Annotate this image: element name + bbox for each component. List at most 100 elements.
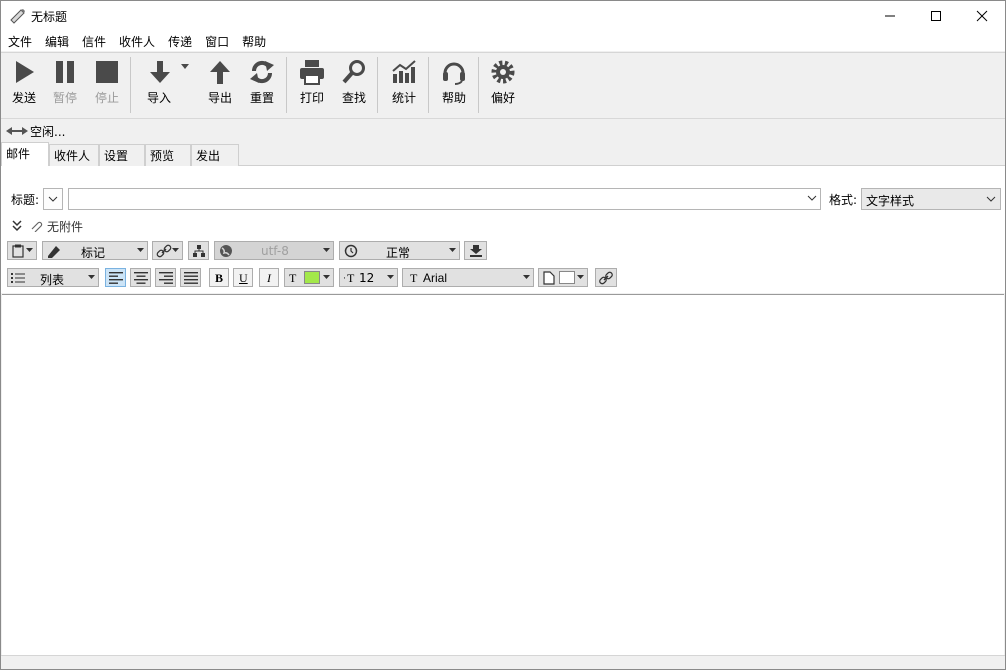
paperclip-icon [31, 221, 43, 232]
subject-input[interactable] [68, 188, 821, 210]
align-center-button[interactable] [130, 268, 151, 287]
align-justify-icon [184, 271, 198, 284]
menu-delivery[interactable]: 传递 [168, 31, 192, 51]
underline-button[interactable]: U [233, 268, 253, 287]
font-size-value: 12 [359, 271, 375, 285]
import-label: 导入 [146, 91, 171, 105]
attachments-row[interactable]: 无附件 [11, 217, 83, 235]
list-label: 列表 [40, 273, 65, 287]
mark-dropdown[interactable]: 标记 [42, 241, 148, 260]
align-right-icon [159, 271, 173, 284]
text-color-dropdown[interactable]: T [284, 268, 334, 287]
chevron-down-icon [986, 196, 996, 202]
preferences-button[interactable]: 偏好 [488, 59, 518, 113]
align-right-button[interactable] [155, 268, 176, 287]
link-icon [156, 244, 172, 257]
dropdown-arrow-icon [577, 275, 584, 279]
font-size-glyph: T [347, 271, 355, 285]
app-window: 无标题 文件 编辑 信件 收件人 传递 窗口 帮助 发送 暂停 停止 导入 导出… [0, 0, 1006, 670]
gear-icon [491, 60, 515, 84]
menu-letter[interactable]: 信件 [82, 31, 106, 51]
tab-preview[interactable]: 预览 [145, 144, 191, 166]
italic-label: I [267, 271, 271, 285]
printer-icon [300, 60, 324, 85]
stop-label: 停止 [94, 91, 119, 105]
priority-value: 正常 [386, 246, 411, 260]
toolbar-separator [377, 57, 378, 113]
find-button[interactable]: 查找 [339, 59, 369, 113]
status-line: 空闲... [1, 118, 1005, 142]
background-color-dropdown[interactable] [538, 268, 588, 287]
pause-label: 暂停 [52, 91, 77, 105]
font-name-value: Arial [423, 271, 448, 285]
pause-icon [56, 61, 74, 83]
dropdown-arrow-icon [137, 248, 144, 252]
font-size-dropdown[interactable]: · T 12 [339, 268, 398, 287]
link-icon [599, 271, 613, 284]
attachments-text: 无附件 [47, 219, 84, 234]
dropdown-arrow-icon [387, 275, 394, 279]
list-dropdown[interactable]: 列表 [7, 268, 99, 287]
tab-settings[interactable]: 设置 [99, 144, 145, 166]
menu-help[interactable]: 帮助 [242, 31, 266, 51]
menu-bar: 文件 编辑 信件 收件人 传递 窗口 帮助 [1, 31, 1005, 51]
menu-window[interactable]: 窗口 [205, 31, 229, 51]
italic-button[interactable]: I [259, 268, 279, 287]
format-select[interactable]: 文字样式 [861, 188, 1001, 210]
dropdown-arrow-icon [523, 275, 530, 279]
import-button[interactable]: 导入 [146, 59, 190, 113]
encoding-dropdown[interactable]: utf-8 [214, 241, 334, 260]
align-justify-button[interactable] [180, 268, 201, 287]
clipboard-icon [12, 244, 24, 258]
menu-edit[interactable]: 编辑 [45, 31, 69, 51]
close-button[interactable] [959, 1, 1005, 31]
menu-file[interactable]: 文件 [8, 31, 32, 51]
format-label: 格式: [829, 193, 858, 207]
minimize-button[interactable] [867, 1, 913, 31]
window-title: 无标题 [31, 10, 68, 24]
reset-button[interactable]: 重置 [247, 59, 277, 113]
headset-icon [443, 62, 465, 85]
text-color-swatch [304, 271, 320, 284]
stats-label: 统计 [391, 91, 416, 105]
globe-icon [220, 244, 232, 257]
sitemap-button[interactable] [188, 241, 209, 260]
bold-button[interactable]: B [209, 268, 229, 287]
compose-header: 标题: 格式: 文字样式 无附件 标记 utf-8 正常 列表 B U I T … [1, 166, 1005, 293]
app-logo-icon [9, 7, 27, 25]
clock-icon [344, 244, 358, 257]
align-center-icon [134, 271, 148, 284]
priority-dropdown[interactable]: 正常 [339, 241, 460, 260]
font-name-dropdown[interactable]: T Arial [402, 268, 534, 287]
message-body-editor[interactable] [2, 294, 1004, 655]
subject-history-dropdown[interactable] [43, 188, 63, 210]
marker-icon [48, 245, 60, 258]
stop-button[interactable]: 停止 [92, 59, 122, 113]
chevron-down-icon[interactable] [807, 194, 817, 202]
stats-button[interactable]: 统计 [389, 59, 419, 113]
format-toolbar-row-1: 标记 utf-8 正常 [1, 240, 1005, 262]
tab-recipients[interactable]: 收件人 [49, 144, 99, 166]
maximize-button[interactable] [913, 1, 959, 31]
export-button[interactable]: 导出 [205, 59, 235, 113]
pause-button[interactable]: 暂停 [50, 59, 80, 113]
dropdown-arrow-icon [323, 248, 330, 252]
menu-recipients[interactable]: 收件人 [119, 31, 155, 51]
paste-dropdown[interactable] [7, 241, 37, 260]
dropdown-arrow-icon [449, 248, 456, 252]
double-chevron-down-icon[interactable] [11, 220, 23, 232]
tab-mail[interactable]: 邮件 [1, 142, 49, 167]
print-button[interactable]: 打印 [297, 59, 327, 113]
save-download-button[interactable] [464, 241, 487, 260]
subject-label: 标题: [11, 193, 40, 207]
preferences-label: 偏好 [490, 91, 515, 105]
background-color-swatch [559, 271, 575, 284]
align-left-button[interactable] [105, 268, 126, 287]
tab-outbox[interactable]: 发出 [191, 144, 239, 166]
insert-link-button[interactable] [595, 268, 617, 287]
send-button[interactable]: 发送 [9, 59, 39, 113]
help-button[interactable]: 帮助 [439, 59, 469, 113]
main-toolbar: 发送 暂停 停止 导入 导出 重置 打印 查找 统计 帮助 偏好 [1, 52, 1005, 117]
font-size-small-glyph: · [343, 273, 346, 283]
link-dropdown[interactable] [152, 241, 183, 260]
